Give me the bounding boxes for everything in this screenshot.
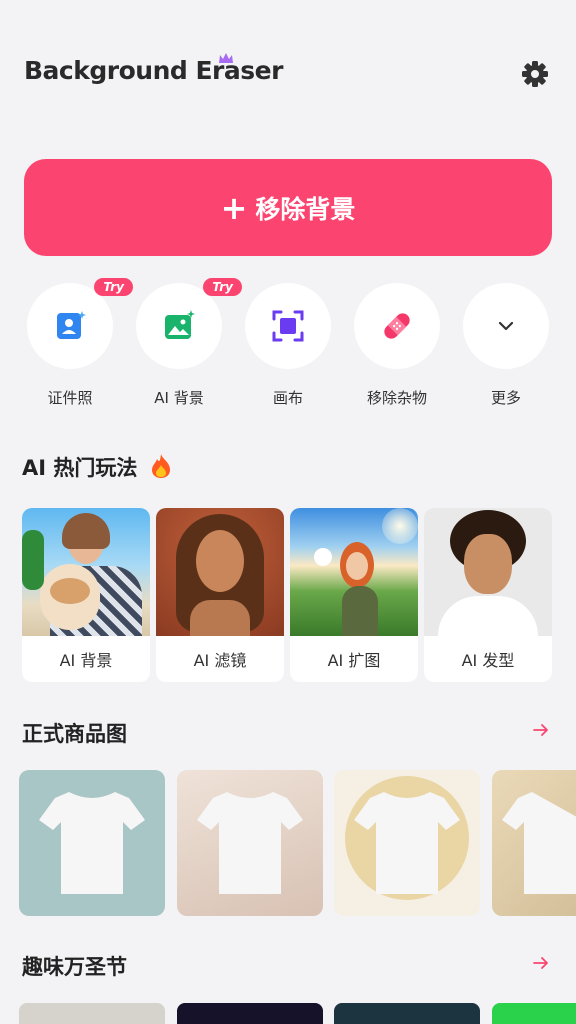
tshirt-image [502,792,576,894]
tool-ai-background[interactable]: Try AI 背景 [136,278,242,408]
arrow-right-icon [533,957,548,969]
product-template-1[interactable] [19,770,165,916]
ai-hairstyle-preview-image [424,508,552,636]
tool-label: 更多 [490,389,521,407]
settings-button[interactable] [519,58,551,90]
tool-more[interactable]: 更多 [463,283,549,408]
remove-background-label: 移除背景 [255,194,356,224]
ai-background-icon [165,310,195,339]
ai-background-preview-image [22,508,150,636]
halloween-template-2[interactable] [177,1003,323,1024]
ai-card-label: AI 滤镜 [193,651,247,670]
halloween-template-4[interactable] [492,1003,576,1024]
tool-label: 证件照 [47,389,93,407]
tool-label: 移除杂物 [366,389,427,407]
gear-icon [522,61,548,87]
ai-section-title-text: AI 热门玩法 [22,456,138,480]
remove-background-button[interactable]: + 移除背景 [24,159,552,256]
tool-remove-objects[interactable]: 移除杂物 [354,283,440,408]
crown-icon [219,53,233,63]
ai-card-label: AI 扩图 [327,651,381,670]
ai-card-label: AI 背景 [59,651,113,670]
ai-section-title: AI 热门玩法 [22,452,173,482]
halloween-section-more[interactable] [531,953,551,978]
tshirt-image [197,792,303,894]
try-badge: Try [203,278,242,296]
halloween-template-1[interactable] [19,1003,165,1024]
bandage-icon [384,313,410,339]
ai-card-background[interactable]: AI 背景 [22,508,150,682]
product-section-more[interactable] [531,720,551,745]
chevron-down-icon [498,321,514,331]
plus-icon: + [220,188,248,227]
ai-card-label: AI 发型 [461,651,515,670]
product-template-4[interactable] [492,770,576,916]
halloween-section-title: 趣味万圣节 [22,955,127,979]
ai-card-hairstyle[interactable]: AI 发型 [424,508,552,682]
ai-card-filter[interactable]: AI 滤镜 [156,508,284,682]
tool-id-photo[interactable]: Try 证件照 [27,278,133,408]
try-badge: Try [94,278,133,296]
product-template-2[interactable] [177,770,323,916]
halloween-template-3[interactable] [334,1003,480,1024]
product-template-3[interactable] [334,770,480,916]
id-photo-icon [57,311,86,339]
tool-label: 画布 [272,389,303,407]
ai-filter-preview-image [156,508,284,636]
product-section-title: 正式商品图 [22,722,127,746]
ai-expand-preview-image [290,508,418,636]
tshirt-image [39,792,145,894]
tshirt-image [345,776,469,900]
tool-label: AI 背景 [154,389,204,407]
app-title: Background Eraser [24,56,283,85]
canvas-icon [272,310,304,342]
arrow-right-icon [533,724,548,736]
tool-canvas[interactable]: 画布 [245,283,331,408]
fire-icon [151,454,170,478]
ai-card-expand[interactable]: AI 扩图 [290,508,418,682]
